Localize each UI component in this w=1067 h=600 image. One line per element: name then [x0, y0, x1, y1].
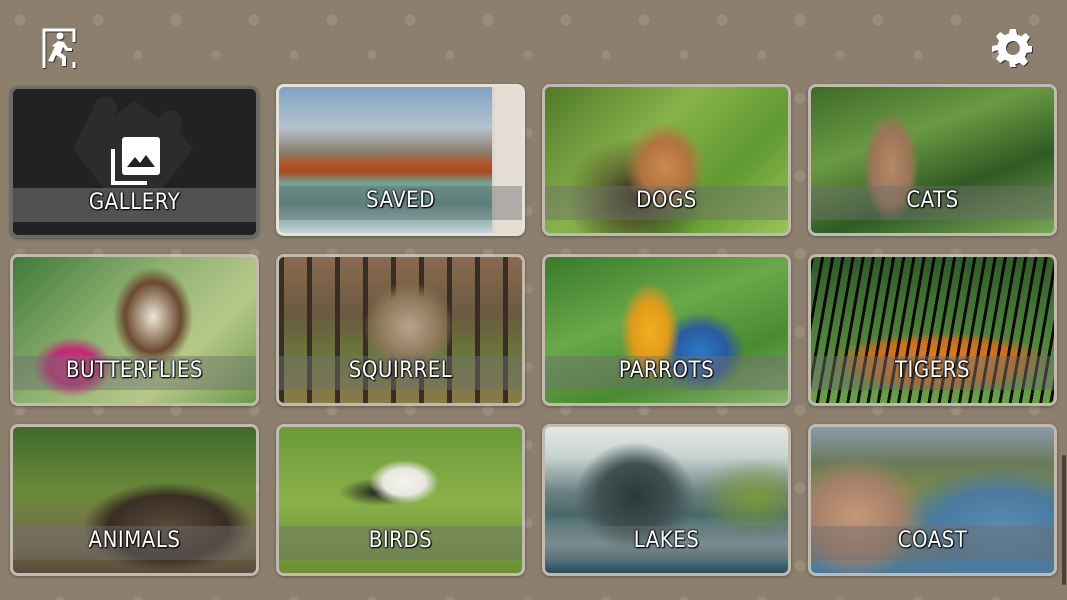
category-label: GALLERY: [88, 190, 181, 215]
top-bar: [0, 0, 1067, 82]
category-label: SQUIRREL: [348, 358, 453, 383]
exit-door-icon: [42, 28, 76, 68]
category-tile-squirrel[interactable]: SQUIRREL: [276, 254, 525, 406]
photo-library-icon: [111, 137, 160, 185]
category-tile-cats[interactable]: CATS: [808, 84, 1057, 236]
category-tile-animals[interactable]: ANIMALS: [10, 424, 259, 576]
category-label: DOGS: [636, 188, 697, 213]
vertical-scrollbar[interactable]: [1062, 455, 1066, 585]
category-tile-lakes[interactable]: LAKES: [542, 424, 791, 576]
category-label: COAST: [897, 528, 968, 553]
settings-button[interactable]: [992, 27, 1034, 69]
category-tile-coast[interactable]: COAST: [808, 424, 1057, 576]
category-label: TIGERS: [894, 358, 971, 383]
category-label: ANIMALS: [88, 528, 181, 553]
category-tile-saved[interactable]: SAVED: [276, 84, 525, 236]
category-tile-dogs[interactable]: DOGS: [542, 84, 791, 236]
category-label: SAVED: [366, 188, 435, 213]
category-label: BIRDS: [368, 528, 433, 553]
category-label: CATS: [906, 188, 959, 213]
category-label: BUTTERFLIES: [66, 358, 203, 383]
category-label: PARROTS: [618, 358, 715, 383]
category-label: LAKES: [633, 528, 700, 553]
exit-button[interactable]: [40, 26, 80, 70]
category-tile-birds[interactable]: BIRDS: [276, 424, 525, 576]
category-tile-parrots[interactable]: PARROTS: [542, 254, 791, 406]
gear-icon: [992, 29, 1032, 67]
category-tile-gallery[interactable]: GALLERY: [10, 86, 259, 238]
category-tile-tigers[interactable]: TIGERS: [808, 254, 1057, 406]
category-tile-butterflies[interactable]: BUTTERFLIES: [10, 254, 259, 406]
